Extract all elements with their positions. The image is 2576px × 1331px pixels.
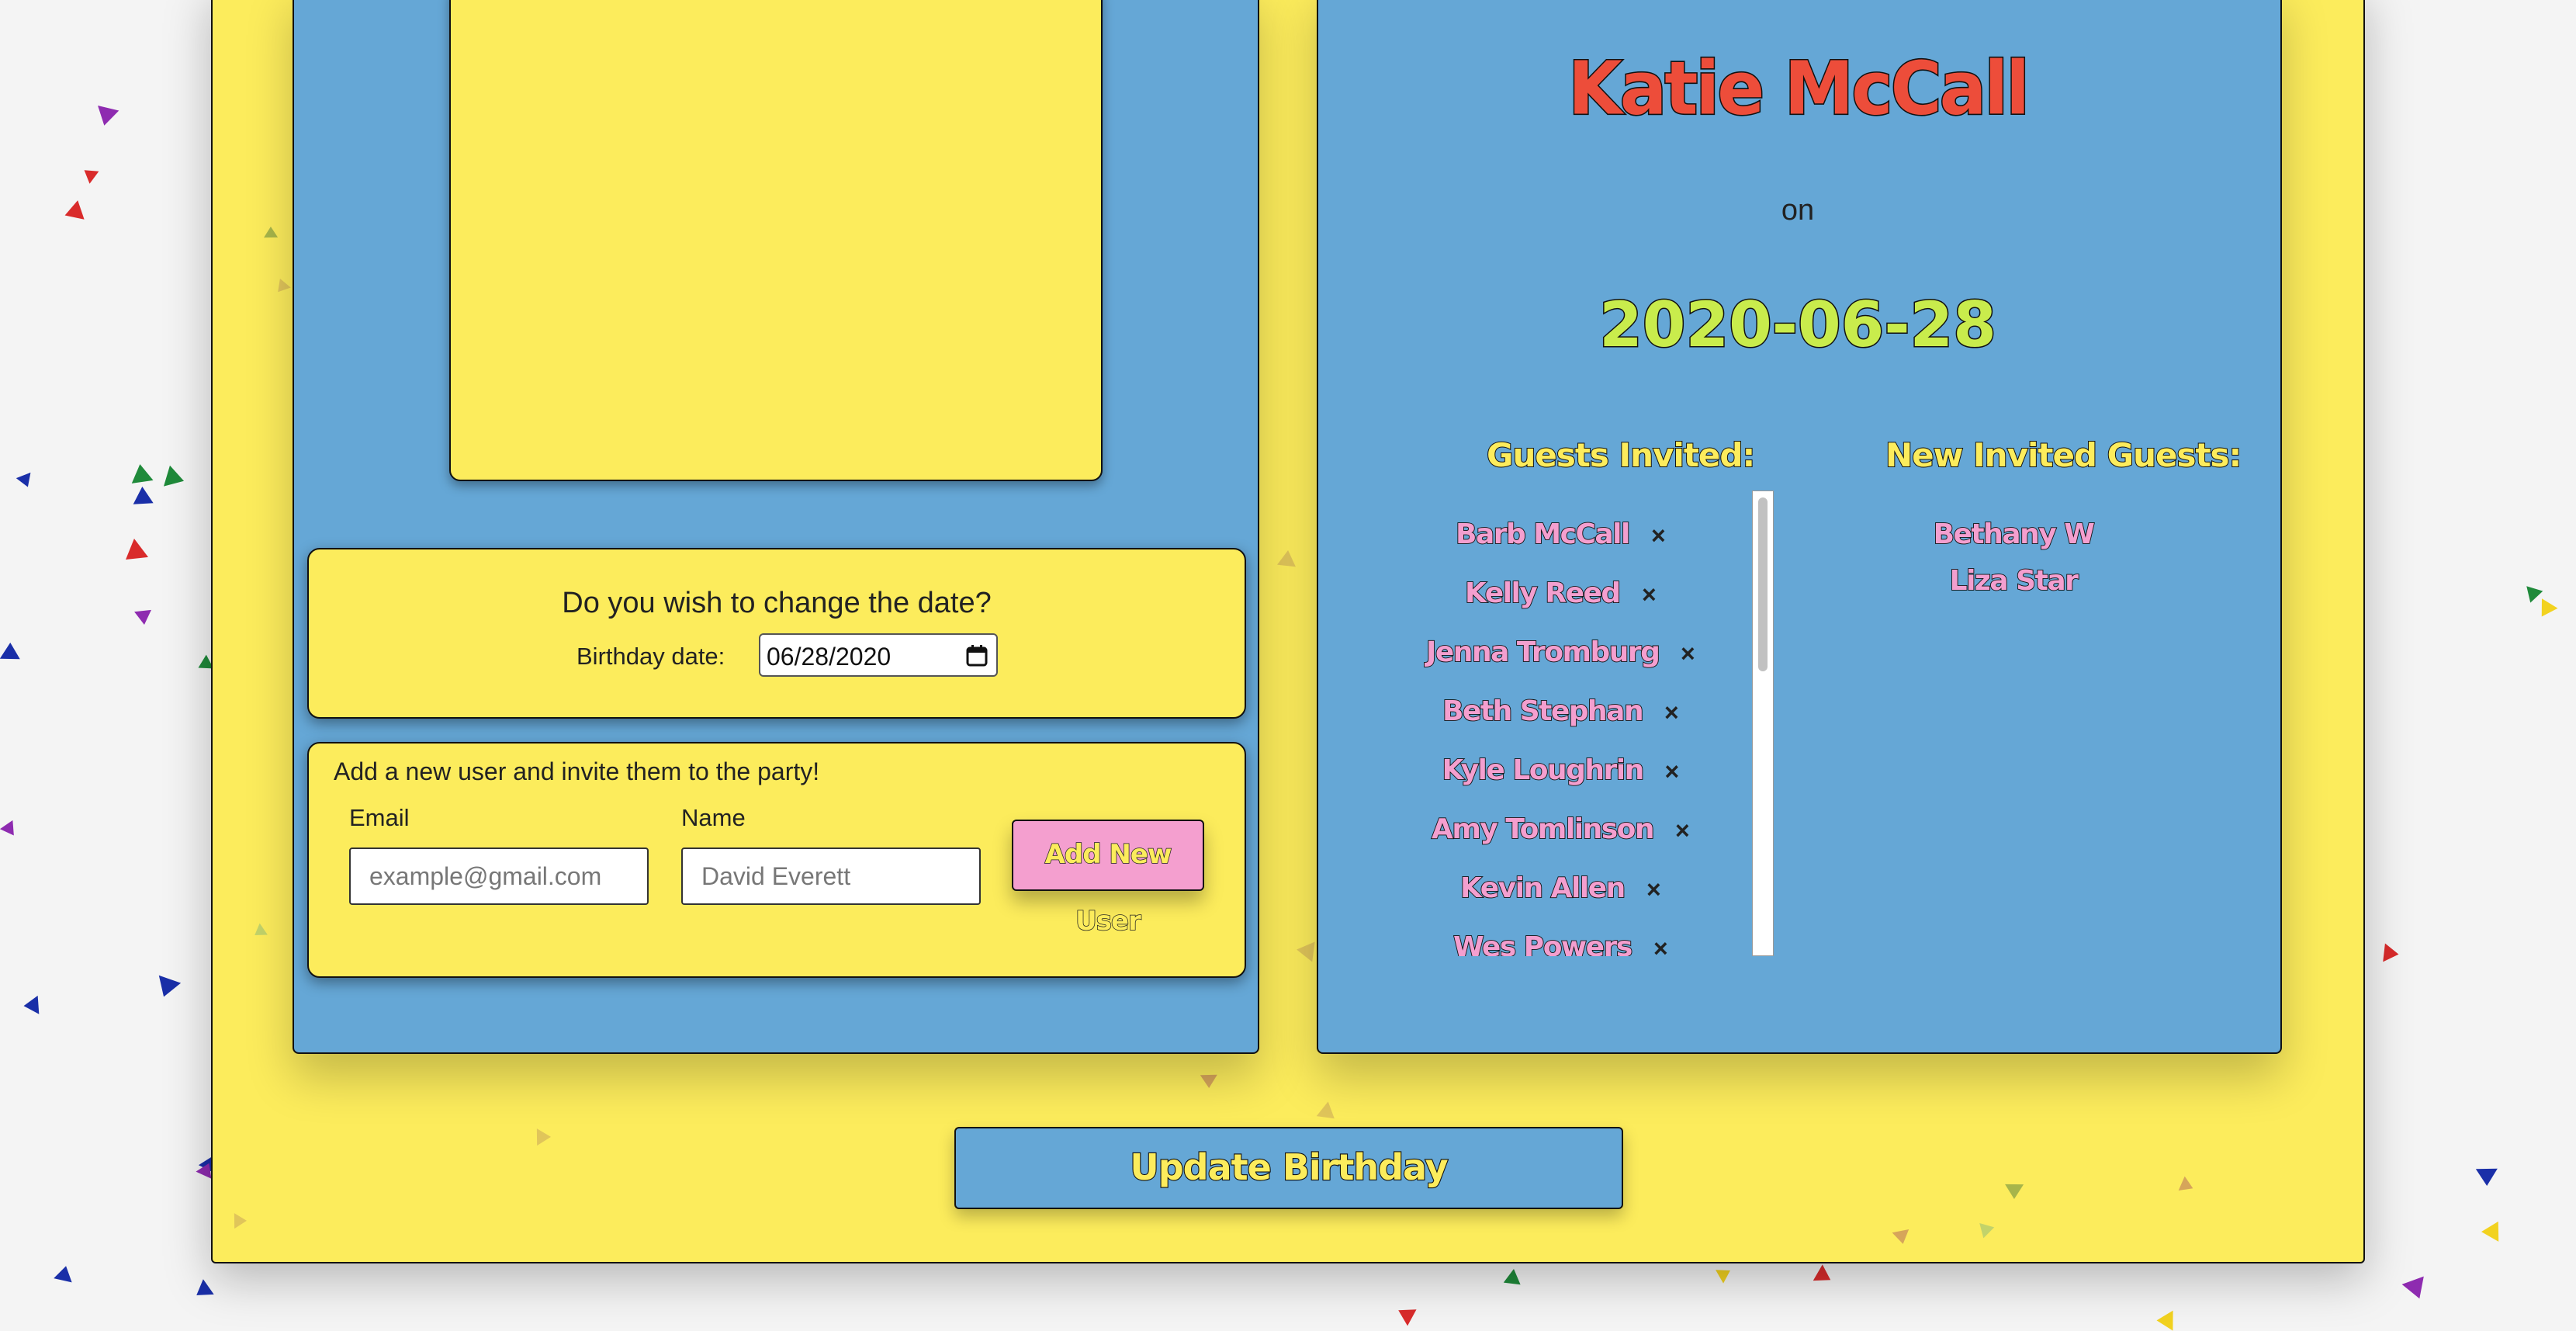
confetti-piece xyxy=(2522,585,2543,605)
email-field[interactable] xyxy=(349,847,649,905)
guest-row: Jenna Tromburg × xyxy=(1350,636,1723,686)
confetti-piece xyxy=(152,975,182,1000)
on-label: on xyxy=(1781,194,1815,227)
confetti-piece xyxy=(1504,1269,1526,1292)
name-label: Name xyxy=(681,804,746,831)
confetti-piece xyxy=(54,1263,76,1283)
confetti-piece xyxy=(23,995,40,1015)
calendar-icon[interactable] xyxy=(965,644,989,667)
new-invited-guests-heading: New Invited Guests: xyxy=(1885,435,2242,475)
photo-placeholder xyxy=(449,0,1103,481)
confetti-piece xyxy=(163,465,187,491)
update-birthday-button[interactable]: Update Birthday xyxy=(954,1127,1623,1209)
guest-row: Kelly Reed × xyxy=(1350,577,1723,627)
guest-list-scrollbar[interactable] xyxy=(1752,490,1774,956)
add-new-user-button[interactable]: Add New User xyxy=(1012,820,1204,938)
birthday-date-input[interactable]: 06/28/2020 xyxy=(759,633,998,677)
email-label: Email xyxy=(349,804,410,831)
confetti-piece xyxy=(191,1278,214,1303)
confetti-piece xyxy=(0,642,21,660)
confetti-piece xyxy=(1813,1264,1836,1288)
new-guest-name: Liza Star xyxy=(1949,564,2079,598)
confetti-piece xyxy=(61,199,85,225)
guests-invited-heading: Guests Invited: xyxy=(1486,435,1756,475)
confetti-piece xyxy=(2476,1168,2498,1187)
add-user-card: Add a new user and invite them to the pa… xyxy=(307,742,1246,978)
guest-name: Kyle Loughrin xyxy=(1442,754,1646,787)
confetti-piece xyxy=(94,106,119,128)
new-guest-name: Bethany W xyxy=(1933,518,2096,551)
guest-row: Kyle Loughrin × xyxy=(1350,754,1723,804)
confetti-piece xyxy=(1715,1263,1734,1284)
confetti-piece xyxy=(79,164,99,185)
guest-name: Kelly Reed xyxy=(1464,577,1622,610)
confetti-piece xyxy=(1394,1302,1417,1326)
guest-name: Barb McCall xyxy=(1455,518,1631,551)
remove-guest-icon[interactable]: × xyxy=(1675,816,1690,845)
confetti-piece xyxy=(132,486,154,505)
guest-row: Wes Powers × xyxy=(1350,931,1723,956)
confetti-piece xyxy=(2383,943,2400,964)
remove-guest-icon[interactable]: × xyxy=(1664,698,1679,727)
add-user-title: Add a new user and invite them to the pa… xyxy=(334,757,820,785)
change-date-card: Do you wish to change the date? Birthday… xyxy=(307,548,1246,719)
guest-name: Kevin Allen xyxy=(1459,872,1626,905)
confetti-piece xyxy=(2401,1276,2431,1303)
guest-name: Amy Tomlinson xyxy=(1431,813,1655,846)
name-field[interactable] xyxy=(681,847,981,905)
confetti-piece xyxy=(2533,598,2558,622)
guest-list[interactable]: Barb McCall × Kelly Reed × Jenna Tromburg × Be… xyxy=(1350,487,1777,956)
remove-guest-icon[interactable]: × xyxy=(1651,522,1666,550)
birthday-date-label: Birthday date: xyxy=(576,643,725,670)
guest-row: Beth Stephan × xyxy=(1350,695,1723,745)
confetti-piece xyxy=(2156,1310,2173,1331)
guest-name: Beth Stephan xyxy=(1442,695,1644,728)
confetti-piece xyxy=(2481,1221,2498,1242)
confetti-piece xyxy=(119,538,149,569)
party-date: 2020-06-28 xyxy=(1598,288,1998,362)
scrollbar-thumb[interactable] xyxy=(1758,497,1768,671)
remove-guest-icon[interactable]: × xyxy=(1646,875,1661,904)
guest-row: Kevin Allen × xyxy=(1350,872,1723,922)
remove-guest-icon[interactable]: × xyxy=(1665,757,1680,786)
confetti-piece xyxy=(129,463,154,484)
remove-guest-icon[interactable]: × xyxy=(1681,640,1695,668)
guest-name: Jenna Tromburg xyxy=(1425,636,1661,669)
honoree-name: Katie McCall xyxy=(1567,45,2031,133)
guest-row: Barb McCall × xyxy=(1350,518,1723,568)
remove-guest-icon[interactable]: × xyxy=(1653,934,1668,956)
confetti-piece xyxy=(0,820,21,840)
confetti-piece xyxy=(133,609,153,626)
change-date-question: Do you wish to change the date? xyxy=(562,587,992,619)
guest-row: Amy Tomlinson × xyxy=(1350,813,1723,863)
confetti-piece xyxy=(16,472,36,490)
remove-guest-icon[interactable]: × xyxy=(1642,581,1657,609)
birthday-date-value: 06/28/2020 xyxy=(767,643,892,671)
guest-name: Wes Powers xyxy=(1452,931,1633,956)
